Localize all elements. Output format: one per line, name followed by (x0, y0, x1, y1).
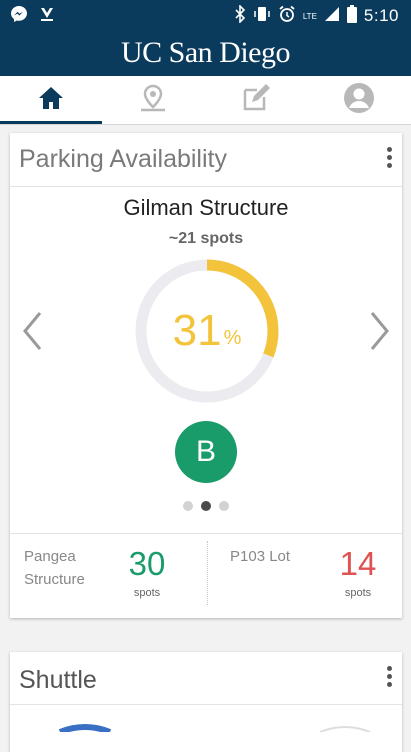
app-title: UC San Diego (121, 36, 291, 69)
percent-unit: % (223, 326, 242, 349)
tab-map[interactable] (102, 76, 204, 124)
card-divider (10, 704, 402, 705)
structure-name: Gilman Structure (123, 195, 289, 220)
card-divider (10, 186, 402, 187)
lot-unit: spots (133, 587, 161, 599)
status-bar: LTE 5:10 (0, 0, 411, 30)
parking-card: Parking Availability Gilman Structure ~2… (10, 133, 402, 618)
shuttle-card: Shuttle (10, 652, 402, 752)
lot-unit: spots (344, 587, 372, 599)
home-icon (38, 86, 64, 115)
lot-count: 30 (128, 545, 166, 582)
lot-p103[interactable]: P103 Lot 14 spots (230, 545, 395, 605)
tab-bar (0, 76, 411, 125)
spots-approx: ~21 spots (168, 230, 244, 247)
battery-icon (346, 5, 357, 27)
shuttle-card-menu-icon[interactable] (384, 666, 394, 690)
lot-pangea[interactable]: Pangea Structure 30 spots (24, 545, 199, 605)
download-icon (38, 5, 56, 28)
permit-badge: B (175, 421, 237, 483)
percent-value: 31 (172, 306, 222, 355)
signal-icon (324, 6, 340, 26)
alarm-icon (278, 5, 296, 27)
pager-dots (10, 501, 402, 511)
parking-card-menu-icon[interactable] (384, 147, 394, 171)
pager-dot[interactable] (183, 501, 193, 511)
pager-dot-active[interactable] (201, 501, 211, 511)
pager-dot[interactable] (219, 501, 229, 511)
bluetooth-icon (234, 4, 246, 27)
app-header: UC San Diego (0, 30, 411, 76)
status-time: 5:10 (363, 6, 399, 25)
lot-separator (207, 541, 208, 605)
prev-arrow-icon[interactable] (20, 309, 44, 353)
percent-display: 31 % (133, 257, 281, 405)
tab-edit[interactable] (205, 76, 307, 124)
parking-card-title: Parking Availability (19, 145, 227, 173)
lot-name: Pangea Structure (24, 548, 85, 588)
network-label: LTE (302, 11, 317, 21)
card-divider (10, 533, 402, 534)
map-pin-icon (139, 84, 167, 117)
profile-icon (343, 82, 375, 119)
shuttle-card-title: Shuttle (19, 666, 97, 694)
edit-icon (242, 83, 270, 117)
vibrate-icon (253, 5, 271, 27)
messenger-icon (10, 5, 28, 28)
lot-count: 14 (339, 545, 377, 582)
tab-profile[interactable] (308, 76, 410, 124)
tab-home[interactable] (0, 76, 102, 124)
lot-name: P103 Lot (230, 548, 291, 565)
shuttle-preview-arcs (58, 724, 371, 732)
next-arrow-icon[interactable] (368, 309, 392, 353)
